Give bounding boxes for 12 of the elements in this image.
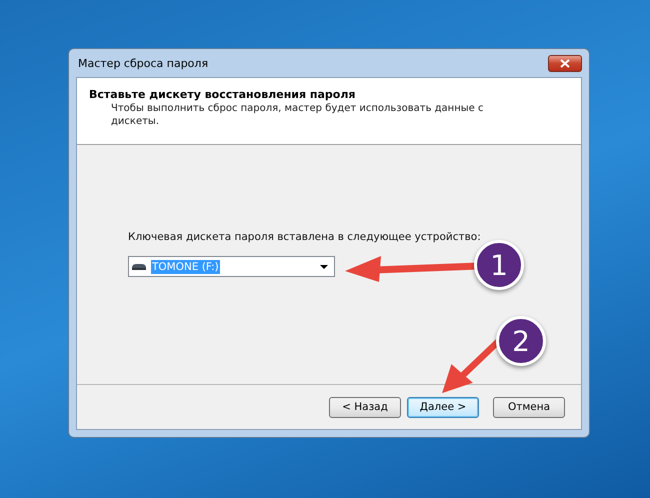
window-title: Мастер сброса пароля — [77, 56, 208, 70]
wizard-button[interactable]: < Назад — [329, 396, 401, 418]
selected-device: TOMONE (F:) — [151, 260, 220, 274]
device-label: Ключевая дискета пароля вставлена в следующее устройство: — [128, 231, 482, 243]
close-icon — [560, 58, 570, 68]
caret-icon — [320, 264, 328, 268]
header-title: Вставьте дискету восстановления пароля — [89, 88, 356, 101]
close-button[interactable] — [548, 54, 582, 72]
drive-icon — [131, 262, 147, 270]
header-description: Чтобы выполнить сброс пароля, мастер будет использовать данные с дискеты. — [110, 102, 484, 128]
wizard-button[interactable]: Далее > — [407, 396, 479, 418]
wizard-button[interactable]: Отмена — [493, 396, 565, 418]
